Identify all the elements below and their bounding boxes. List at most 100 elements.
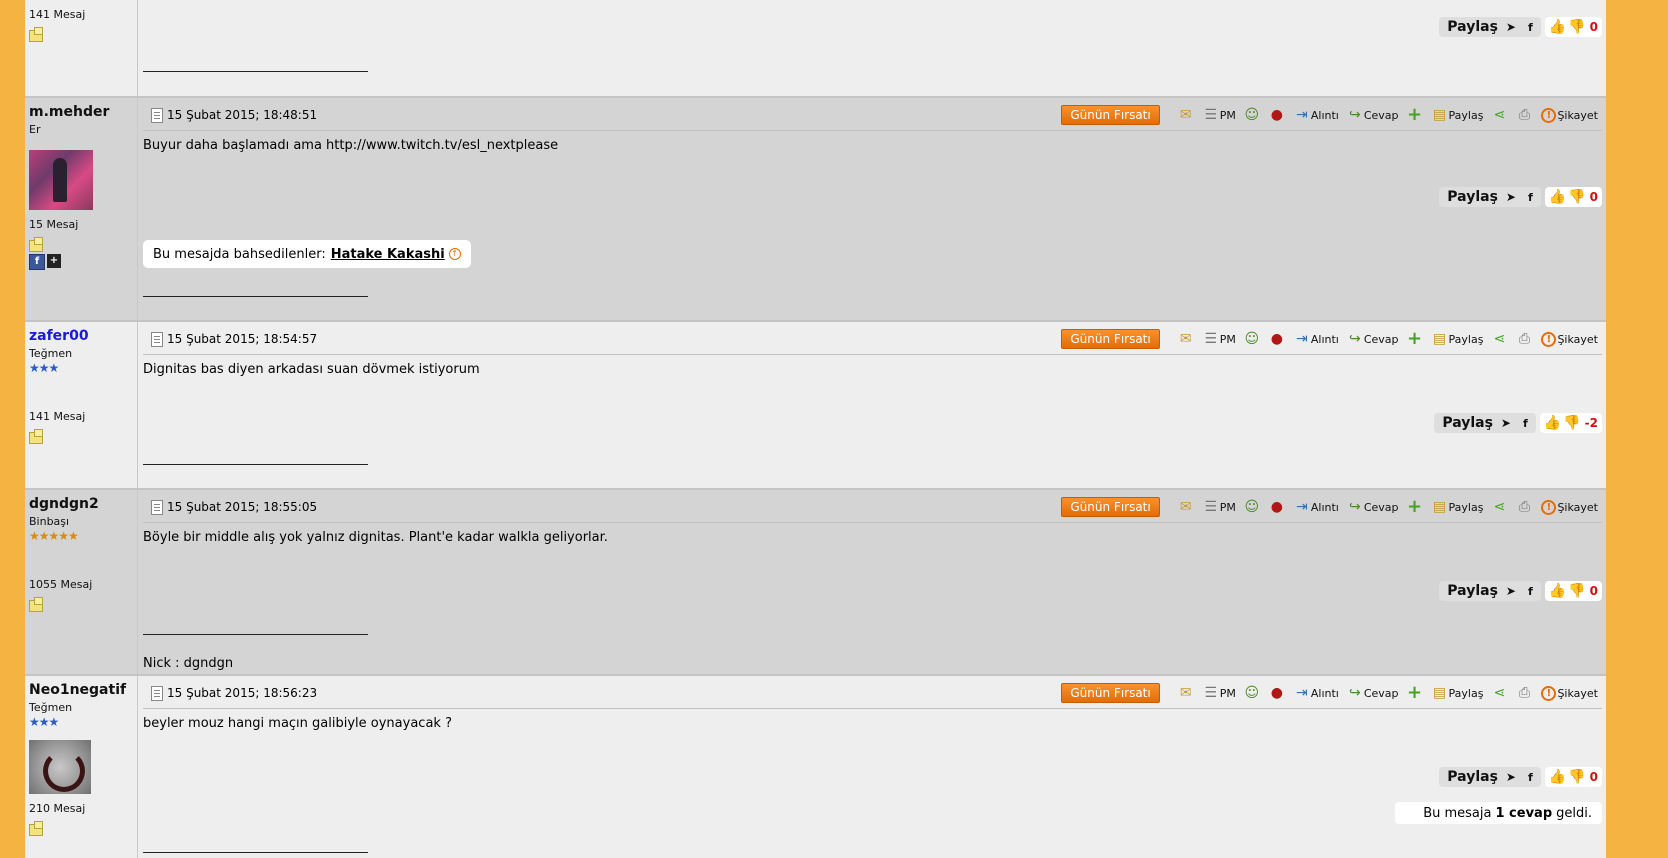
email-button[interactable]: ✉ [1178, 108, 1195, 122]
facebook-icon[interactable]: f [1528, 21, 1533, 34]
share-button[interactable]: Paylaş ➤ f [1439, 187, 1541, 207]
deal-button[interactable]: Günün Fırsatı [1061, 329, 1160, 349]
twitter-icon[interactable]: ➤ [1501, 416, 1511, 430]
deal-button[interactable]: Günün Fırsatı [1061, 497, 1160, 517]
deal-button[interactable]: Günün Fırsatı [1061, 683, 1160, 703]
share-button[interactable]: Paylaş ➤ f [1439, 767, 1541, 787]
reply-button[interactable]: ↪ Cevap [1347, 332, 1399, 346]
profile-icon[interactable] [29, 429, 43, 444]
email-button[interactable]: ✉ [1178, 500, 1195, 514]
print-button[interactable]: ⎙ [1516, 686, 1533, 700]
signature-text: Nick : dgndgn [143, 656, 234, 671]
add-button[interactable]: + [1407, 106, 1424, 124]
reply-button[interactable]: ↪ Cevap [1347, 686, 1399, 700]
network-share-button[interactable]: ⋖ [1491, 500, 1508, 514]
add-button[interactable]: + [1407, 684, 1424, 702]
network-share-button[interactable]: ⋖ [1491, 332, 1508, 346]
reply-button[interactable]: ↪ Cevap [1347, 108, 1399, 122]
reply-icon: ↪ [1348, 499, 1361, 515]
facebook-icon[interactable]: f [1528, 191, 1533, 204]
print-button[interactable]: ⎙ [1516, 500, 1533, 514]
pm-button[interactable]: ☰ PM [1203, 500, 1235, 514]
thumbs-down-icon[interactable]: 👎 [1563, 415, 1580, 431]
pm-button[interactable]: ☰ PM [1203, 108, 1236, 122]
share-link-button[interactable]: ▤ Paylaş [1432, 500, 1484, 514]
thumbs-up-icon[interactable]: 👍 [1549, 19, 1566, 35]
add-friend-button[interactable]: ☺ [1244, 332, 1261, 346]
pm-button[interactable]: ☰ PM [1203, 332, 1235, 346]
email-button[interactable]: ✉ [1178, 332, 1195, 346]
quote-label: Alıntı [1310, 686, 1339, 700]
thumbs-up-icon[interactable]: 👍 [1549, 583, 1566, 599]
quote-button[interactable]: ⇥ Alıntı [1294, 686, 1339, 700]
network-share-button[interactable]: ⋖ [1491, 686, 1508, 700]
mentioned-user-link[interactable]: Hatake Kakashi [331, 247, 445, 262]
username[interactable]: zafer00 [29, 328, 89, 344]
ignore-button[interactable]: ● [1269, 332, 1286, 346]
replies-prefix: Bu mesaja [1423, 805, 1492, 821]
avatar[interactable] [29, 740, 91, 794]
share-button[interactable]: Paylaş ➤ f [1439, 17, 1541, 37]
thumbs-up-icon[interactable]: 👍 [1549, 769, 1566, 785]
report-button[interactable]: ! Şikayet [1541, 499, 1598, 515]
thumbs-down-icon[interactable]: 👎 [1568, 189, 1585, 205]
add-friend-button[interactable]: ☺ [1244, 108, 1261, 122]
quote-button[interactable]: ⇥ Alıntı [1294, 108, 1339, 122]
pm-button[interactable]: ☰ PM [1203, 686, 1235, 700]
add-friend-button[interactable]: ☺ [1244, 686, 1261, 700]
thumbs-down-icon[interactable]: 👎 [1568, 583, 1585, 599]
profile-icon[interactable] [29, 597, 43, 612]
twitter-icon[interactable]: ➤ [1506, 584, 1516, 598]
quote-button[interactable]: ⇥ Alıntı [1294, 332, 1339, 346]
share-link-button[interactable]: ▤ Paylaş [1432, 686, 1484, 700]
profile-icon[interactable] [29, 821, 43, 836]
thumbs-up-icon[interactable]: 👍 [1544, 415, 1561, 431]
ignore-button[interactable]: ● [1269, 686, 1286, 700]
report-button[interactable]: ! Şikayet [1541, 107, 1598, 123]
print-button[interactable]: ⎙ [1516, 332, 1533, 346]
print-button[interactable]: ⎙ [1516, 108, 1533, 122]
replies-count[interactable]: 1 cevap [1495, 806, 1552, 821]
profile-icon[interactable] [29, 27, 43, 42]
quote-label: Alıntı [1310, 332, 1339, 346]
twitter-icon[interactable]: ➤ [1506, 20, 1516, 34]
info-icon[interactable]: ↑ [448, 248, 461, 260]
report-button[interactable]: ! Şikayet [1541, 685, 1598, 701]
vote-score: -2 [1584, 416, 1598, 430]
network-share-button[interactable]: ⋖ [1491, 108, 1508, 122]
facebook-icon[interactable]: f [1523, 417, 1528, 430]
share-button[interactable]: Paylaş ➤ f [1434, 413, 1536, 433]
pm-label: PM [1219, 108, 1236, 122]
twitter-icon[interactable]: ➤ [1506, 770, 1516, 784]
username[interactable]: Neo1negatif [29, 682, 126, 698]
share-link-button[interactable]: ▤ Paylaş [1432, 332, 1484, 346]
facebook-profile-icon[interactable]: f [29, 254, 45, 270]
replies-notice[interactable]: Bu mesaja 1 cevap geldi. [1395, 802, 1602, 824]
report-button[interactable]: ! Şikayet [1541, 331, 1598, 347]
facebook-icon[interactable]: f [1528, 585, 1533, 598]
username[interactable]: dgndgn2 [29, 496, 99, 512]
thumbs-up-icon[interactable]: 👍 [1549, 189, 1566, 205]
quote-button[interactable]: ⇥ Alıntı [1294, 500, 1339, 514]
add-friend-button[interactable]: ☺ [1244, 500, 1261, 514]
reply-button[interactable]: ↪ Cevap [1347, 500, 1399, 514]
share-link-button[interactable]: ▤ Paylaş [1432, 108, 1484, 122]
add-button[interactable]: + [1407, 498, 1424, 516]
add-icon[interactable]: + [47, 254, 61, 268]
reply-icon: ↪ [1348, 331, 1361, 347]
ignore-button[interactable]: ● [1269, 500, 1286, 514]
facebook-icon[interactable]: f [1528, 771, 1533, 784]
deal-button[interactable]: Günün Fırsatı [1061, 105, 1160, 125]
reply-icon: ↪ [1348, 107, 1361, 123]
share-button[interactable]: Paylaş ➤ f [1439, 581, 1541, 601]
email-button[interactable]: ✉ [1178, 686, 1195, 700]
profile-icon[interactable] [29, 237, 43, 252]
ignore-button[interactable]: ● [1269, 108, 1286, 122]
username[interactable]: m.mehder [29, 104, 109, 120]
avatar[interactable] [29, 150, 93, 210]
report-label: Şikayet [1557, 108, 1598, 122]
thumbs-down-icon[interactable]: 👎 [1568, 769, 1585, 785]
add-button[interactable]: + [1407, 330, 1424, 348]
twitter-icon[interactable]: ➤ [1506, 190, 1516, 204]
thumbs-down-icon[interactable]: 👎 [1568, 19, 1585, 35]
